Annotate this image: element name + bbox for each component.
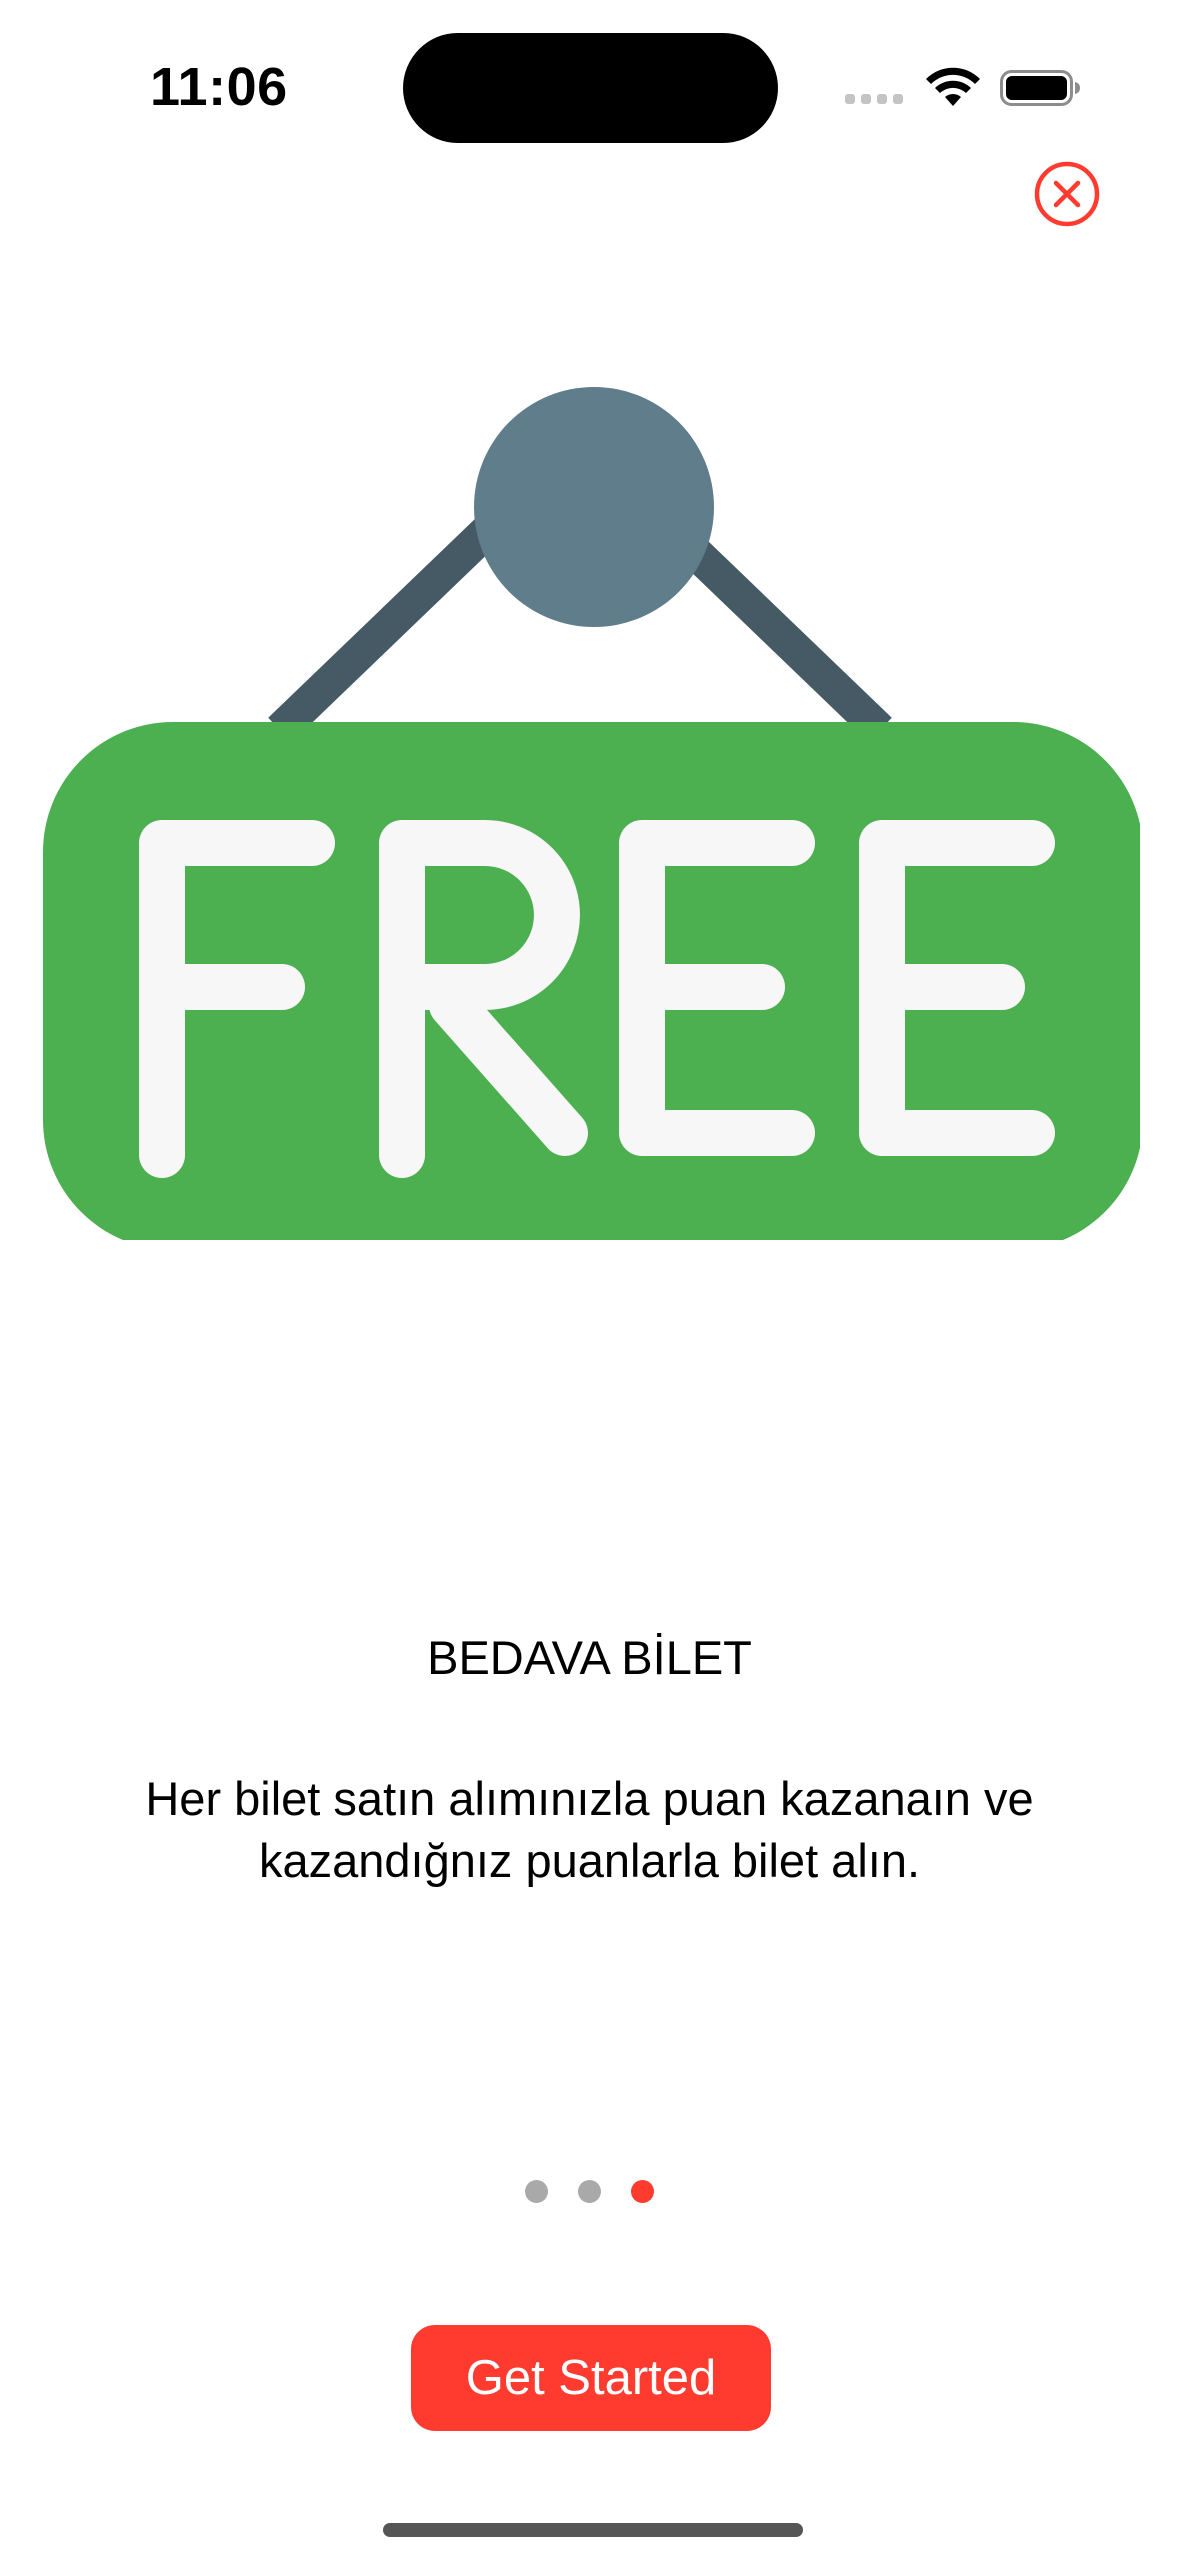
- status-time: 11:06: [150, 57, 288, 117]
- dynamic-island: [403, 33, 778, 143]
- onboarding-description: Her bilet satın alımınızla puan kazanaın…: [145, 1772, 1034, 1887]
- onboarding-title: BEDAVA BİLET: [427, 1631, 752, 1684]
- close-button[interactable]: [1033, 160, 1101, 228]
- home-indicator[interactable]: [383, 2523, 803, 2537]
- cellular-signal-icon: [845, 94, 905, 106]
- wifi-icon: [926, 67, 980, 106]
- hanging-pin: [474, 387, 714, 627]
- page-dot-1[interactable]: [525, 2180, 548, 2203]
- free-sign-illustration: [43, 387, 1140, 1240]
- page-indicator[interactable]: [0, 2180, 1179, 2204]
- onboarding-screen: 11:06 BEDAVA BİLET Her bilet satın alımı…: [0, 0, 1179, 2556]
- battery-icon: [1000, 70, 1080, 106]
- page-dot-2[interactable]: [578, 2180, 601, 2203]
- get-started-button[interactable]: Get Started: [411, 2325, 771, 2431]
- page-dot-3-active[interactable]: [631, 2180, 654, 2203]
